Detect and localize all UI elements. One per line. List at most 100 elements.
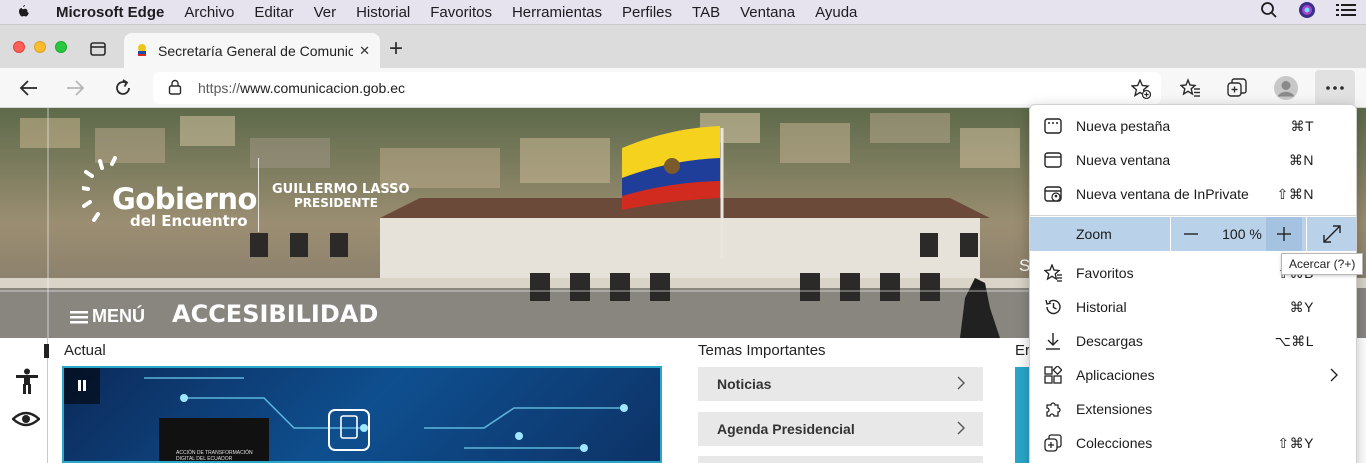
menu-item-shortcut: ⌘T [1290, 117, 1314, 134]
address-bar[interactable]: https://www.comunicacion.gob.ec [153, 72, 1161, 104]
menubar-item-tab[interactable]: TAB [682, 4, 730, 21]
zoom-separator [1306, 217, 1307, 251]
menu-item-label: Descargas [1076, 333, 1143, 349]
temas-item-partial[interactable] [698, 456, 983, 463]
settings-and-more-button[interactable] [1315, 70, 1355, 106]
gobierno-logo-title: Gobierno [112, 182, 257, 216]
menubar-item-ventana[interactable]: Ventana [730, 4, 805, 21]
right-column-heading: Er [1015, 342, 1030, 359]
menu-item-downloads[interactable]: Descargas ⌥⌘L [1030, 324, 1356, 358]
zoom-in-button[interactable] [1266, 217, 1302, 251]
menubar-item-herramientas[interactable]: Herramientas [502, 4, 612, 21]
menu-item-new-inprivate-window[interactable]: Nueva ventana de InPrivate ⇧⌘N [1030, 177, 1356, 211]
zoom-out-button[interactable] [1174, 217, 1208, 251]
full-screen-button[interactable] [1314, 217, 1350, 251]
favorites-toolbar-icon[interactable] [1179, 78, 1200, 103]
profile-avatar[interactable] [1274, 76, 1298, 105]
new-window-icon [1044, 151, 1062, 169]
menu-item-shortcut: ⌘Y [1289, 298, 1314, 315]
tab-strip: Secretaría General de Comunic ✕ + [0, 24, 1366, 69]
accessibility-person-icon[interactable] [16, 368, 38, 399]
news-carousel[interactable]: ACCIÓN DE TRANSFORMACIÓN DIGITAL DEL ECU… [62, 366, 662, 463]
menu-item-label: Aplicaciones [1076, 367, 1155, 383]
apple-menu-icon[interactable] [0, 0, 44, 26]
menu-item-shortcut: ⌘N [1288, 151, 1314, 168]
accessibility-sidebar [0, 338, 48, 463]
favorites-icon [1043, 263, 1062, 282]
menu-item-new-window[interactable]: Nueva ventana ⌘N [1030, 143, 1356, 177]
zoom-value: 100 % [1222, 226, 1262, 242]
control-center-icon[interactable] [1336, 2, 1356, 22]
back-arrow-icon[interactable] [19, 79, 39, 102]
menu-item-label: Colecciones [1076, 435, 1153, 451]
menubar-item-archivo[interactable]: Archivo [174, 4, 244, 21]
menu-item-collections[interactable]: Colecciones ⇧⌘Y [1030, 426, 1356, 460]
chevron-right-icon [957, 376, 965, 395]
add-favorite-icon[interactable] [1130, 78, 1152, 102]
url-prefix: https:// [198, 80, 241, 96]
menu-divider [1030, 215, 1356, 216]
temas-heading: Temas Importantes [698, 342, 826, 359]
menu-item-apps[interactable]: Aplicaciones [1030, 358, 1356, 392]
zoom-separator [1170, 217, 1171, 251]
lock-icon[interactable] [168, 79, 182, 98]
menubar-item-historial[interactable]: Historial [346, 4, 420, 21]
active-tab[interactable]: Secretaría General de Comunic ✕ [124, 33, 380, 69]
pause-button[interactable] [64, 368, 100, 404]
president-title: PRESIDENTE [294, 196, 378, 210]
extensions-icon [1044, 400, 1062, 418]
chevron-right-icon [957, 421, 965, 440]
refresh-icon[interactable] [113, 78, 133, 103]
collections-icon [1044, 434, 1062, 452]
menu-item-label: Historial [1076, 299, 1127, 315]
accesibilidad-link[interactable]: ACCESIBILIDAD [172, 300, 378, 328]
menu-zoom-row: Zoom 100 % [1030, 217, 1356, 251]
menubar-item-ver[interactable]: Ver [304, 4, 347, 21]
site-menu-button[interactable]: MENÚ [70, 306, 145, 327]
circuit-background-graphic [144, 377, 628, 461]
temas-item-agenda-presidencial[interactable]: Agenda Presidencial [698, 412, 983, 446]
menu-item-shortcut: ⌥⌘L [1274, 332, 1314, 349]
menu-item-new-tab[interactable]: Nueva pestaña ⌘T [1030, 109, 1356, 143]
new-tab-button[interactable]: + [389, 35, 403, 63]
menubar-item-editar[interactable]: Editar [244, 4, 303, 21]
spotlight-search-icon[interactable] [1260, 1, 1278, 23]
temas-item-noticias[interactable]: Noticias [698, 367, 983, 401]
zoom-in-tooltip: Acercar (?+) [1281, 253, 1364, 275]
menubar-item-favoritos[interactable]: Favoritos [420, 4, 502, 21]
new-tab-icon [1044, 117, 1062, 135]
apps-icon [1044, 364, 1063, 384]
ecuador-coat-of-arms-favicon-icon [134, 42, 150, 61]
menu-item-shortcut: ⇧⌘N [1276, 185, 1314, 202]
hamburger-menu-icon [70, 310, 88, 323]
section-marker [44, 344, 49, 358]
menu-item-label: Nueva ventana de InPrivate [1076, 186, 1249, 202]
history-icon [1044, 298, 1062, 316]
forward-arrow-icon[interactable] [65, 79, 85, 102]
menu-item-label: Extensiones [1076, 401, 1153, 417]
menubar-app-name[interactable]: Microsoft Edge [44, 4, 174, 21]
eye-icon[interactable] [11, 410, 41, 433]
close-window-button[interactable] [13, 41, 25, 53]
tab-actions-icon[interactable] [90, 41, 106, 62]
logo-divider [258, 158, 259, 232]
plus-icon [1277, 227, 1291, 241]
book-cover-text-2: DIGITAL DEL ECUADOR [176, 456, 233, 462]
zoom-window-button[interactable] [55, 41, 67, 53]
minimize-window-button[interactable] [34, 41, 46, 53]
minus-icon [1184, 233, 1198, 235]
collections-toolbar-icon[interactable] [1227, 78, 1247, 103]
menubar-item-ayuda[interactable]: Ayuda [805, 4, 867, 21]
menu-item-history[interactable]: Historial ⌘Y [1030, 290, 1356, 324]
siri-icon[interactable] [1298, 1, 1316, 23]
temas-item-label: Noticias [717, 376, 772, 392]
menu-item-shortcut: ⇧⌘Y [1277, 434, 1314, 451]
menu-item-label: Nueva ventana [1076, 152, 1171, 168]
downloads-icon [1044, 332, 1062, 350]
gobierno-logo-subtitle: del Encuentro [130, 212, 248, 230]
close-tab-icon[interactable]: ✕ [359, 43, 370, 59]
menu-item-extensions[interactable]: Extensiones [1030, 392, 1356, 426]
menubar-item-perfiles[interactable]: Perfiles [612, 4, 682, 21]
temas-item-label: Agenda Presidencial [717, 421, 855, 437]
menu-item-label: Favoritos [1076, 265, 1134, 281]
